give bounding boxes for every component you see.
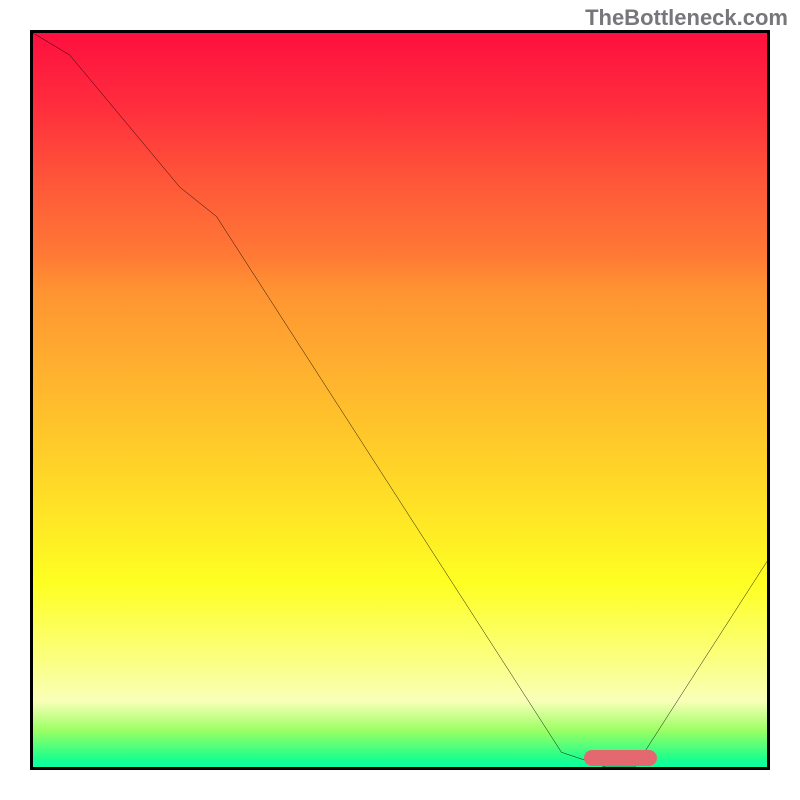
marker-pill — [584, 750, 657, 766]
chart-plot-area — [30, 30, 770, 770]
line-curve — [33, 33, 767, 767]
watermark-text: TheBottleneck.com — [585, 5, 788, 31]
